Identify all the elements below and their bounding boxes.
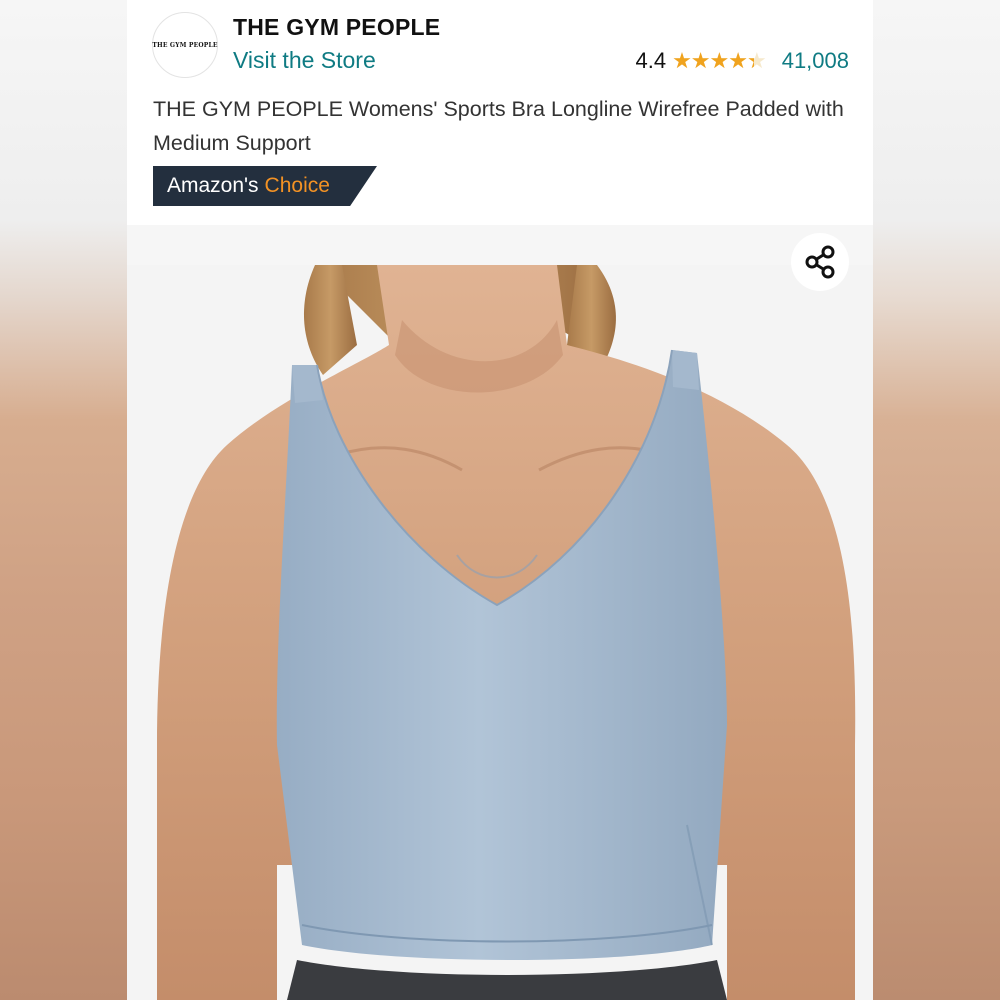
product-title: THE GYM PEOPLE Womens' Sports Bra Longli… [153, 97, 844, 155]
backdrop-left [0, 0, 127, 1000]
store-logo[interactable]: THE GYM PEOPLE [152, 12, 218, 78]
visit-store-link[interactable]: Visit the Store [233, 47, 376, 74]
badge-highlight: Choice [264, 174, 330, 197]
product-header: THE GYM PEOPLE THE GYM PEOPLE Visit the … [127, 0, 873, 225]
badge-prefix: Amazon's [167, 174, 259, 197]
share-icon [805, 245, 835, 279]
brand-name: THE GYM PEOPLE [233, 14, 441, 40]
share-button[interactable] [791, 233, 849, 291]
rating-count[interactable]: 41,008 [782, 48, 849, 74]
product-card: THE GYM PEOPLE THE GYM PEOPLE Visit the … [127, 0, 873, 1000]
star-rating: ★★★★★ ★★★★★ [672, 50, 767, 72]
product-photo-illustration [127, 265, 873, 1000]
star-icon: ★★★★★ [672, 50, 754, 72]
store-logo-text: THE GYM PEOPLE [152, 41, 218, 49]
rating-value: 4.4 [635, 48, 667, 73]
backdrop-right [873, 0, 1000, 1000]
rating-summary[interactable]: 4.4 ★★★★★ ★★★★★ 41,008 [635, 46, 849, 76]
product-image[interactable] [127, 225, 873, 1000]
amazons-choice-badge: Amazon's Choice [153, 166, 377, 206]
